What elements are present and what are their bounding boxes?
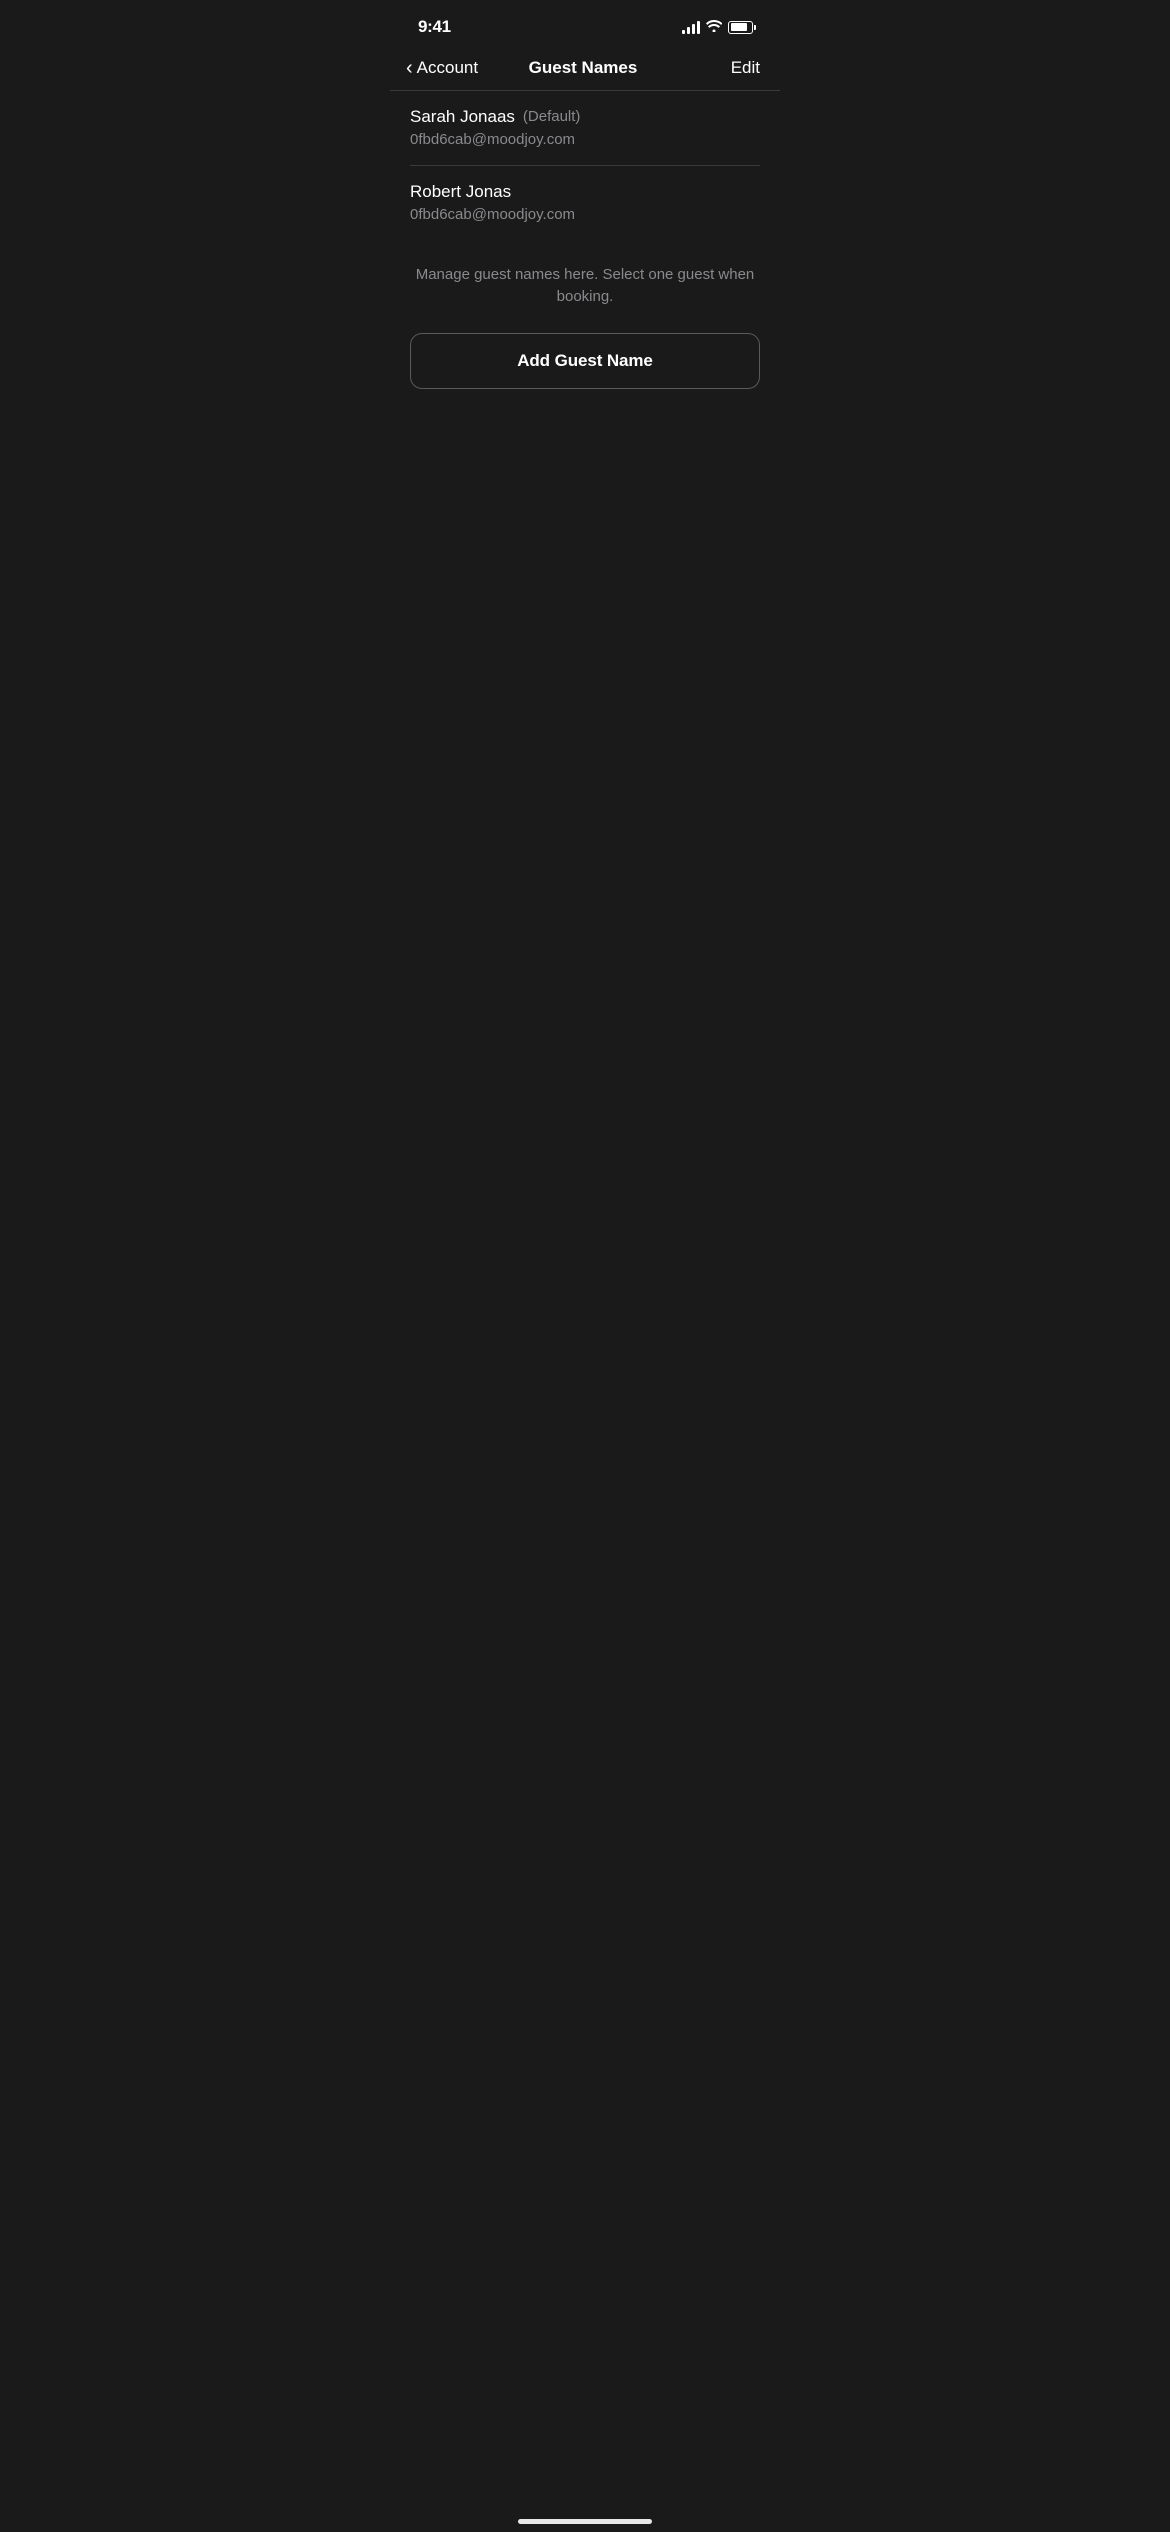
guest-item[interactable]: Robert Jonas 0fbd6cab@moodjoy.com <box>410 166 760 240</box>
edit-button[interactable]: Edit <box>680 58 760 78</box>
home-indicator <box>518 2519 652 2524</box>
signal-icon <box>682 20 700 34</box>
status-icons <box>682 19 756 35</box>
guest-email: 0fbd6cab@moodjoy.com <box>410 131 575 148</box>
add-guest-button[interactable]: Add Guest Name <box>410 333 760 389</box>
guest-name: Sarah Jonaas <box>410 107 515 127</box>
back-button[interactable]: ‹ Account <box>406 58 486 78</box>
back-chevron-icon: ‹ <box>406 58 413 78</box>
back-label: Account <box>417 58 478 78</box>
info-text: Manage guest names here. Select one gues… <box>410 264 760 309</box>
guest-name-row: Robert Jonas <box>410 182 760 202</box>
guest-email: 0fbd6cab@moodjoy.com <box>410 206 575 223</box>
battery-icon <box>728 21 756 34</box>
info-section: Manage guest names here. Select one gues… <box>390 240 780 329</box>
wifi-icon <box>706 19 722 35</box>
page-title: Guest Names <box>486 58 680 78</box>
add-button-section: Add Guest Name <box>390 329 780 413</box>
status-time: 9:41 <box>418 17 451 37</box>
guest-list: Sarah Jonaas (Default) 0fbd6cab@moodjoy.… <box>390 91 780 240</box>
guest-default-badge: (Default) <box>523 108 581 125</box>
nav-bar: ‹ Account Guest Names Edit <box>390 50 780 90</box>
status-bar: 9:41 <box>390 0 780 50</box>
guest-name-row: Sarah Jonaas (Default) <box>410 107 760 127</box>
guest-name: Robert Jonas <box>410 182 511 202</box>
guest-item[interactable]: Sarah Jonaas (Default) 0fbd6cab@moodjoy.… <box>410 91 760 166</box>
